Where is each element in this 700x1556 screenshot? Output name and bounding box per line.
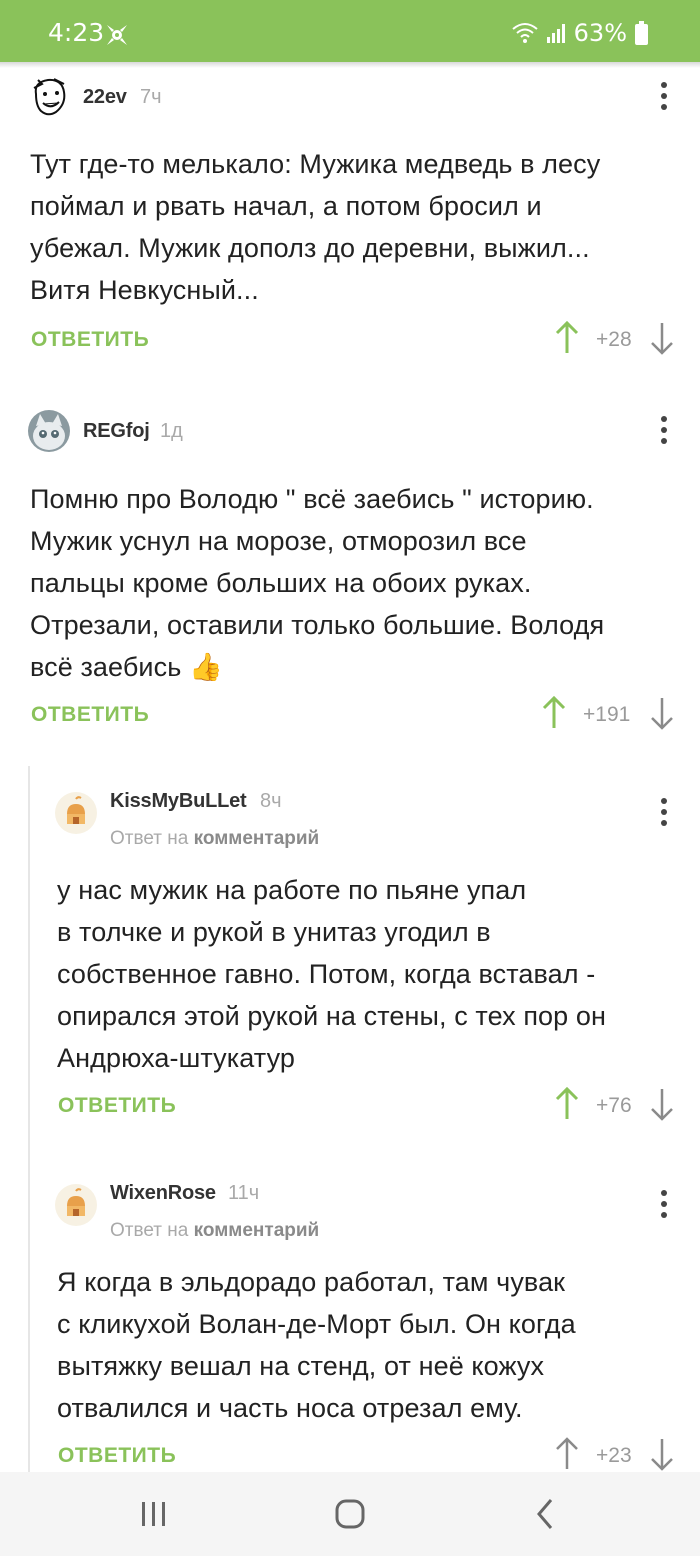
avatar[interactable] xyxy=(28,410,70,452)
vote-score: +23 xyxy=(596,1444,632,1467)
wifi-icon xyxy=(512,23,538,43)
status-right: 63% xyxy=(512,18,648,48)
comment-header: KissMyBuLLet 8ч Ответ на комментарий xyxy=(0,778,700,849)
comments-feed[interactable]: 22ev 7ч Тут где-то мелькало: Мужика медв… xyxy=(0,68,700,1472)
more-icon[interactable] xyxy=(658,416,670,446)
home-icon[interactable] xyxy=(330,1494,370,1534)
back-icon[interactable] xyxy=(526,1494,566,1534)
reply-to[interactable]: Ответ на комментарий xyxy=(110,828,319,850)
vote-down-icon[interactable] xyxy=(650,1436,674,1472)
vote-score: +191 xyxy=(583,703,631,726)
author-name[interactable]: REGfoj xyxy=(83,420,150,443)
system-nav-bar xyxy=(0,1472,700,1556)
comment-time: 8ч xyxy=(260,790,282,812)
reply-to[interactable]: Ответ на комментарий xyxy=(110,1220,319,1242)
recent-apps-icon[interactable] xyxy=(134,1494,174,1534)
author-name[interactable]: KissMyBuLLet xyxy=(110,790,247,813)
reply-button[interactable]: ОТВЕТИТЬ xyxy=(31,328,149,352)
comment-time: 7ч xyxy=(140,86,162,108)
comment-text: Я когда в эльдорадо работал, там чувак с… xyxy=(57,1267,576,1423)
app-notification-icon xyxy=(107,25,127,45)
vote-score: +28 xyxy=(596,328,632,351)
comment-header: REGfoj 1д xyxy=(0,408,700,454)
comment-text: у нас мужик на работе по пьяне упал в то… xyxy=(57,875,606,1073)
comment-actions: ОТВЕТИТЬ +28 xyxy=(0,320,700,360)
vote-score: +76 xyxy=(596,1094,632,1117)
comment-time: 1д xyxy=(160,420,183,442)
comment-time: 11ч xyxy=(228,1182,260,1204)
comment-text: Помню про Володю " всё заебись " историю… xyxy=(30,484,605,682)
comment-actions: ОТВЕТИТЬ +191 xyxy=(0,695,700,735)
comment-actions: ОТВЕТИТЬ +23 xyxy=(0,1436,700,1472)
vote-down-icon[interactable] xyxy=(650,695,674,731)
vote-up-icon[interactable] xyxy=(555,320,579,356)
vote-down-icon[interactable] xyxy=(650,1086,674,1122)
more-icon[interactable] xyxy=(658,798,670,828)
reply-button[interactable]: ОТВЕТИТЬ xyxy=(31,703,149,727)
avatar[interactable] xyxy=(28,76,70,118)
thumbs-up-emoji: 👍 xyxy=(189,652,223,682)
vote-up-icon[interactable] xyxy=(542,695,566,731)
status-time: 4:23 xyxy=(48,18,105,47)
comment-actions: ОТВЕТИТЬ +76 xyxy=(0,1086,700,1126)
signal-icon xyxy=(546,24,565,43)
more-icon[interactable] xyxy=(658,1190,670,1220)
comment-text: Тут где-то мелькало: Мужика медведь в ле… xyxy=(30,149,601,305)
vote-down-icon[interactable] xyxy=(650,320,674,356)
battery-icon xyxy=(635,21,648,45)
comment-header: 22ev 7ч xyxy=(0,74,700,120)
vote-up-icon[interactable] xyxy=(555,1436,579,1472)
reply-button[interactable]: ОТВЕТИТЬ xyxy=(58,1094,176,1118)
status-bar: 4:23 63% xyxy=(0,0,700,62)
more-icon[interactable] xyxy=(658,82,670,112)
reply-button[interactable]: ОТВЕТИТЬ xyxy=(58,1444,176,1468)
author-name[interactable]: WixenRose xyxy=(110,1182,216,1205)
comment-header: WixenRose 11ч Ответ на комментарий xyxy=(0,1170,700,1241)
vote-up-icon[interactable] xyxy=(555,1086,579,1122)
avatar[interactable] xyxy=(55,792,97,834)
battery-percent: 63% xyxy=(573,19,627,47)
author-name[interactable]: 22ev xyxy=(83,86,127,109)
avatar[interactable] xyxy=(55,1184,97,1226)
